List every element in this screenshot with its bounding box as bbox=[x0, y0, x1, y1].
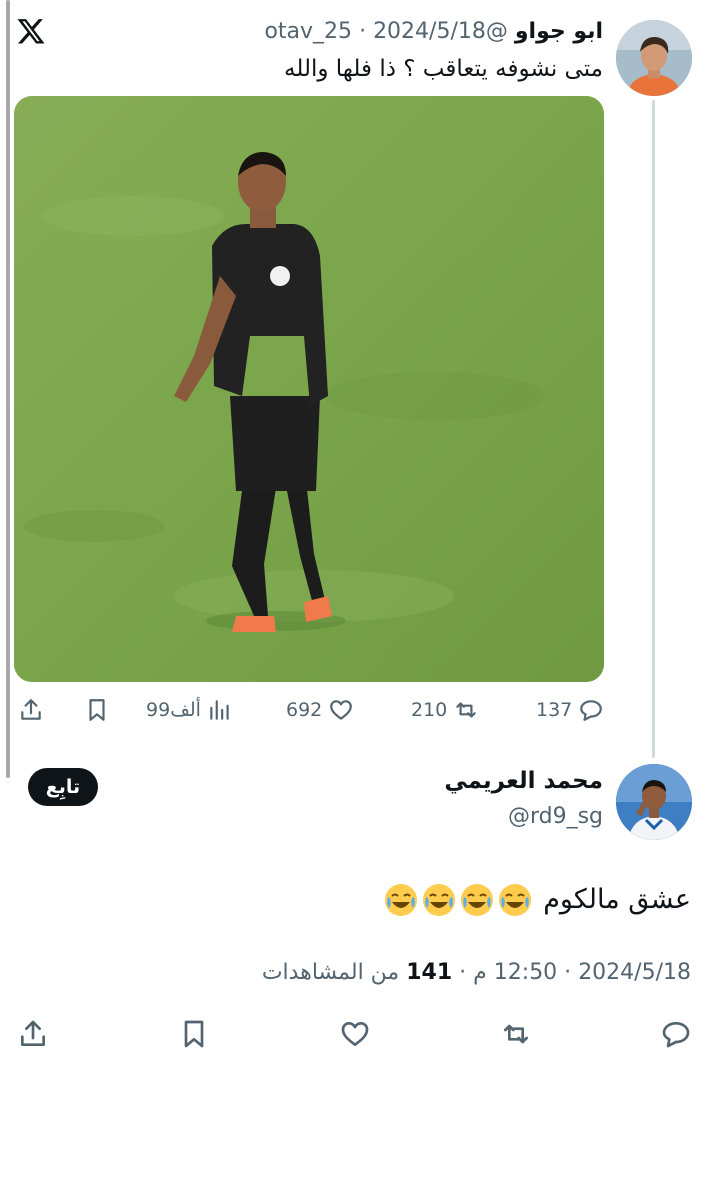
follow-button[interactable]: تابِع bbox=[28, 768, 98, 806]
quoted-tweet-text: متى نشوفه يتعاقب ؟ ذا فلها والله bbox=[284, 56, 603, 82]
views-icon bbox=[210, 700, 229, 720]
quoted-tweet-header: ابو جواو @otav_25 · 2024/5/18 bbox=[264, 16, 603, 48]
tweet-text-body: عشق مالكوم bbox=[543, 884, 691, 915]
avatar[interactable] bbox=[616, 764, 692, 840]
share-icon[interactable] bbox=[17, 1018, 49, 1050]
laughing-emoji-icon bbox=[385, 884, 418, 916]
like-count: 692 bbox=[286, 699, 323, 721]
retweet-icon[interactable] bbox=[500, 1018, 532, 1050]
x-logo-icon[interactable] bbox=[16, 16, 46, 46]
quoted-separator: · bbox=[359, 19, 367, 44]
views-label: من المشاهدات bbox=[261, 960, 400, 985]
avatar[interactable] bbox=[616, 20, 692, 96]
laughing-emoji-icon bbox=[423, 884, 456, 916]
retweet-count: 210 bbox=[411, 699, 448, 721]
bookmark-button[interactable] bbox=[84, 694, 110, 726]
tweet-actions bbox=[0, 1014, 707, 1056]
share-button[interactable] bbox=[18, 694, 44, 726]
reply-icon bbox=[580, 700, 603, 721]
reply-button[interactable]: 137 bbox=[536, 694, 604, 726]
views-button[interactable]: 99ألف bbox=[146, 694, 233, 726]
retweet-button[interactable]: 210 bbox=[411, 694, 479, 726]
tweet-metadata: 2024/5/18 · 12:50 م · 141 من المشاهدات bbox=[261, 960, 691, 985]
like-button[interactable]: 692 bbox=[286, 694, 354, 726]
retweet-icon bbox=[456, 702, 477, 718]
laughing-emoji-icon bbox=[461, 884, 494, 916]
tweet-time[interactable]: 12:50 م bbox=[473, 960, 557, 985]
reply-icon[interactable] bbox=[660, 1018, 692, 1050]
tweet-media-image[interactable] bbox=[14, 96, 604, 682]
like-icon bbox=[330, 700, 353, 720]
user-handle[interactable]: @rd9_sg bbox=[508, 804, 603, 829]
quoted-tweet-actions: 99ألف 692 210 137 bbox=[14, 690, 604, 730]
emoji-group bbox=[383, 882, 533, 918]
tweet-date[interactable]: 2024/5/18 bbox=[578, 960, 691, 985]
share-icon bbox=[21, 699, 41, 720]
views-count: 141 bbox=[406, 960, 453, 985]
views-count: 99ألف bbox=[146, 699, 201, 721]
tweet-text: عشق مالكوم bbox=[383, 878, 691, 922]
laughing-emoji-icon bbox=[499, 884, 532, 916]
bookmark-icon bbox=[89, 699, 105, 721]
quoted-display-name[interactable]: ابو جواو bbox=[515, 19, 603, 44]
quoted-date[interactable]: 2024/5/18 bbox=[373, 19, 486, 44]
like-icon[interactable] bbox=[339, 1018, 371, 1050]
thread-connector bbox=[652, 100, 655, 758]
display-name[interactable]: محمد العريمي bbox=[444, 768, 603, 794]
tweet-screenshot: ابو جواو @otav_25 · 2024/5/18 متى نشوفه … bbox=[0, 0, 707, 1200]
bookmark-icon[interactable] bbox=[178, 1018, 210, 1050]
reply-count: 137 bbox=[536, 699, 573, 721]
scroll-indicator[interactable] bbox=[6, 0, 10, 778]
